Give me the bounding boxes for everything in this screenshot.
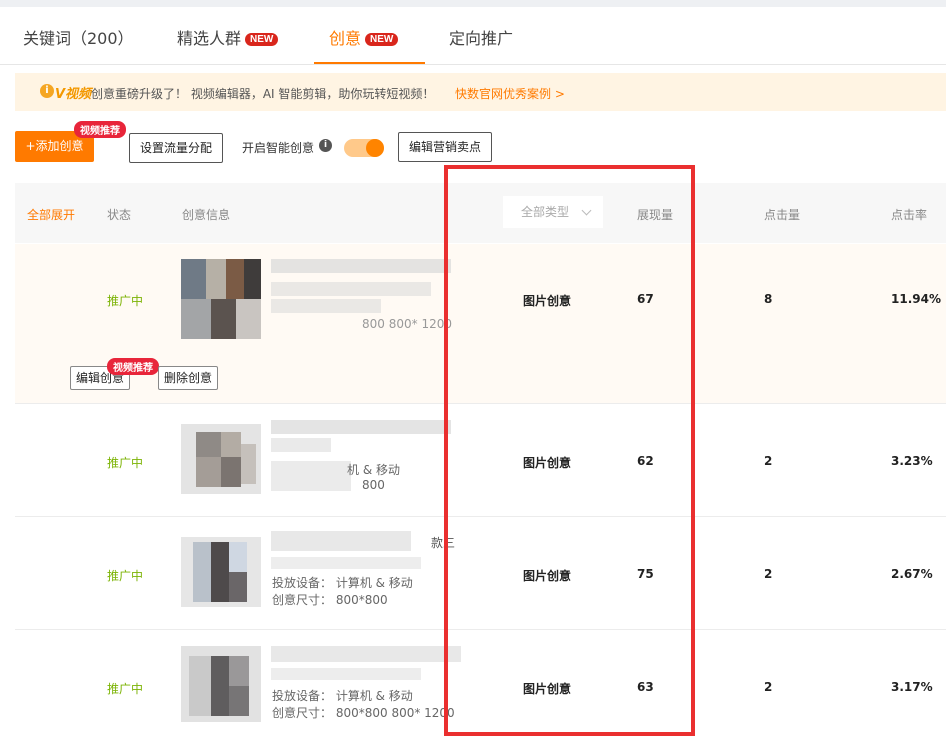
- tab-label: 定向推广: [449, 29, 514, 48]
- new-badge: NEW: [245, 33, 279, 46]
- creative-device: 机 & 移动: [347, 463, 400, 477]
- ctr-value: 3.23%: [891, 454, 933, 468]
- top-strip: [0, 0, 946, 7]
- creative-thumbnail[interactable]: [181, 259, 261, 339]
- header-status: 状态: [107, 208, 132, 222]
- notice-banner: i V视频 创意重磅升级了！ 视频编辑器，AI 智能剪辑，助你玩转短视频！ 快数…: [15, 73, 946, 111]
- creative-title-blurred: [271, 531, 411, 551]
- header-ctr[interactable]: 点击率: [891, 206, 927, 223]
- tab-audience[interactable]: 精选人群 NEW: [177, 25, 279, 49]
- expand-all-link[interactable]: 全部展开: [27, 206, 75, 223]
- tab-targeting[interactable]: 定向推广: [449, 25, 513, 49]
- video-logo: V视频: [55, 87, 92, 102]
- tab-label: 精选人群: [177, 29, 242, 48]
- delete-creative-button[interactable]: 删除创意: [158, 366, 218, 390]
- header-creative-info: 创意信息: [182, 208, 231, 222]
- active-tab-underline: [314, 62, 425, 64]
- tab-bar: 关键词（200） 精选人群 NEW 创意 NEW 定向推广: [0, 7, 946, 65]
- status-text: 推广中: [107, 569, 144, 583]
- creative-desc-blurred: [271, 668, 421, 680]
- video-recommend-badge: 视频推荐: [74, 121, 126, 138]
- help-icon[interactable]: i: [319, 139, 332, 152]
- creative-desc-blurred: [271, 282, 431, 296]
- traffic-allocation-button[interactable]: 设置流量分配: [129, 133, 223, 163]
- creative-thumbnail[interactable]: [181, 646, 261, 726]
- header-clicks[interactable]: 点击量: [764, 206, 800, 223]
- creative-size: 创意尺寸： 800*800 800* 1200: [272, 706, 455, 720]
- creative-size: 800 800* 1200: [362, 317, 452, 331]
- info-icon: i: [40, 84, 54, 98]
- creative-desc-blurred: [271, 438, 331, 452]
- edit-selling-points-button[interactable]: 编辑营销卖点: [398, 132, 492, 162]
- status-text: 推广中: [107, 456, 144, 470]
- ctr-value: 11.94%: [891, 292, 941, 306]
- notice-link[interactable]: 快数官网优秀案例 >: [455, 85, 565, 102]
- creative-device: 投放设备： 计算机 & 移动: [272, 576, 413, 590]
- tab-keywords[interactable]: 关键词（200）: [23, 25, 134, 49]
- smart-creative-toggle[interactable]: [344, 139, 384, 157]
- toggle-knob: [366, 139, 384, 157]
- creative-desc-blurred: [271, 557, 421, 569]
- creative-desc-blurred: [271, 461, 351, 491]
- clicks-value: 8: [764, 292, 773, 306]
- status-text: 推广中: [107, 294, 144, 308]
- clicks-value: 2: [764, 567, 773, 581]
- creative-size: 创意尺寸： 800*800: [272, 593, 388, 607]
- tab-creative[interactable]: 创意 NEW: [329, 25, 399, 49]
- creative-title-blurred: [271, 420, 451, 434]
- notice-text: 创意重磅升级了！ 视频编辑器，AI 智能剪辑，助你玩转短视频！: [91, 87, 435, 101]
- tab-label: 关键词（200）: [23, 29, 134, 48]
- status-text: 推广中: [107, 682, 144, 696]
- creative-device: 投放设备： 计算机 & 移动: [272, 689, 413, 703]
- clicks-value: 2: [764, 454, 773, 468]
- creative-thumbnail[interactable]: [181, 424, 261, 504]
- new-badge: NEW: [365, 33, 399, 46]
- creative-title-blurred: [271, 646, 461, 662]
- highlight-annotation-box: [444, 165, 695, 736]
- video-recommend-badge: 视频推荐: [107, 358, 159, 375]
- ctr-value: 2.67%: [891, 567, 933, 581]
- tab-label: 创意: [329, 29, 362, 48]
- clicks-value: 2: [764, 680, 773, 694]
- creative-size: 800: [362, 478, 385, 492]
- ctr-value: 3.17%: [891, 680, 933, 694]
- creative-thumbnail[interactable]: [181, 537, 261, 617]
- creative-title-blurred: [271, 259, 451, 273]
- creative-desc-blurred: [271, 299, 381, 313]
- smart-creative-label: 开启智能创意: [242, 141, 315, 155]
